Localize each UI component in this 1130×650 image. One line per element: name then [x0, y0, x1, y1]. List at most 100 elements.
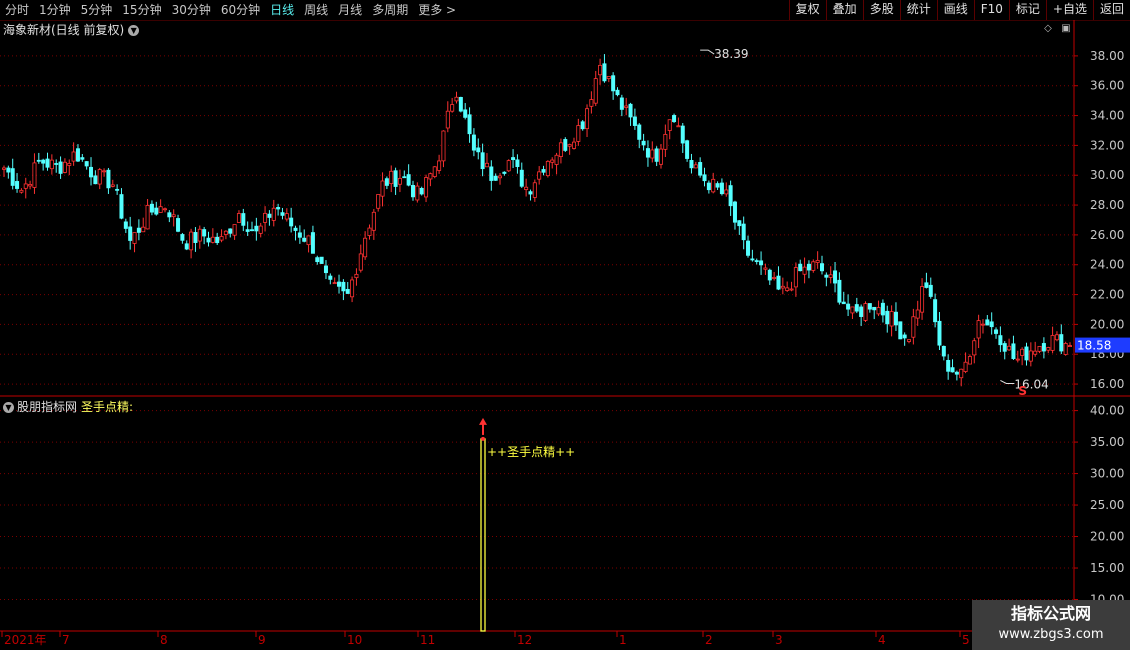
candle-up [102, 170, 107, 173]
y-tick-label: 30.00 [1090, 168, 1124, 182]
y-tick-label: 16.00 [1090, 377, 1124, 391]
y-tick-label: 38.00 [1090, 49, 1124, 63]
candle-down [136, 227, 141, 233]
chevron-down-icon[interactable]: ▼ [128, 25, 140, 36]
candle-down [480, 152, 485, 170]
candle-down [328, 275, 333, 280]
watermark-url: www.zbgs3.com [998, 627, 1104, 642]
candle-down [302, 237, 307, 242]
candle-down [193, 232, 198, 243]
diamond-icon[interactable]: ◇ [1042, 23, 1054, 35]
candle-down [946, 359, 951, 372]
indicator-y-tick-label: 15.00 [1090, 561, 1124, 575]
candle-down [685, 140, 690, 159]
candle-down [89, 166, 94, 178]
candle-up [963, 361, 968, 372]
candle-up [785, 287, 790, 291]
stock-title-label: 海象新材(日线 前复权) [3, 23, 125, 37]
candle-up [428, 173, 433, 180]
candle-up [972, 340, 977, 356]
candle-up [110, 184, 115, 187]
watermark-title: 指标公式网 [1010, 604, 1091, 623]
maximize-icon[interactable]: ▣ [1060, 23, 1072, 35]
candle-up [271, 207, 276, 221]
y-tick-label: 34.00 [1090, 109, 1124, 123]
candle-down [206, 237, 211, 243]
candle-down [106, 169, 111, 189]
candle-down [680, 125, 685, 144]
candle-down [467, 114, 472, 135]
candle-up [441, 130, 446, 162]
candle-up [667, 119, 672, 131]
indicator-site-label: 股朋指标网 [17, 400, 78, 414]
candle-down [511, 157, 516, 161]
x-tick-label: 1 [619, 633, 627, 647]
candle-down [493, 175, 498, 181]
candle-down [1059, 334, 1064, 352]
candle-down [737, 220, 742, 227]
candle-down [941, 345, 946, 357]
candle-down [824, 274, 829, 278]
candle-down [798, 263, 803, 272]
candle-up [424, 177, 429, 198]
x-tick-label: 2 [705, 633, 713, 647]
candle-down [123, 221, 128, 229]
candle-down [854, 304, 859, 312]
candle-up [437, 160, 442, 171]
candle-up [828, 274, 833, 278]
candle-down [954, 371, 959, 375]
candle-down [632, 116, 637, 126]
x-tick-label: 11 [420, 633, 435, 647]
candle-up [445, 110, 450, 129]
candle-up [576, 125, 581, 142]
candle-down [746, 240, 751, 256]
candle-up [189, 231, 194, 251]
candle-up [915, 309, 920, 319]
candle-up [545, 160, 550, 177]
candle-down [515, 159, 520, 167]
candle-up [1054, 334, 1059, 341]
candle-up [62, 161, 67, 173]
stock-chart[interactable]: 16.0018.0020.0022.0024.0026.0028.0030.00… [0, 0, 1130, 650]
candle-up [598, 64, 603, 76]
candle-down [924, 282, 929, 288]
candle-up [959, 368, 964, 379]
candle-down [641, 140, 646, 146]
candle-down [502, 171, 507, 174]
candle-down [36, 159, 41, 162]
high-marker-arrow [700, 49, 715, 55]
candle-down [998, 335, 1003, 346]
candle-down [84, 161, 89, 167]
candle-up [1007, 345, 1012, 351]
candle-down [645, 148, 650, 158]
chevron-down-icon[interactable]: ▼ [3, 402, 14, 413]
low-marker-arrow [1000, 380, 1015, 384]
candle-up [650, 149, 655, 159]
candle-down [937, 320, 942, 346]
candle-down [885, 310, 890, 325]
candle-down [819, 263, 824, 272]
x-tick-label: 2021年 [4, 633, 47, 647]
indicator-y-tick-label: 35.00 [1090, 435, 1124, 449]
candle-down [933, 299, 938, 323]
candle-up [815, 260, 820, 263]
candle-down [406, 174, 411, 186]
candle-up [371, 211, 376, 231]
candle-down [872, 306, 877, 311]
candle-down [58, 161, 63, 174]
candle-up [350, 279, 355, 298]
candle-up [663, 133, 668, 150]
x-tick-label: 7 [62, 633, 70, 647]
candle-down [902, 334, 907, 339]
candle-up [920, 286, 925, 313]
candle-down [184, 243, 189, 250]
candle-down [471, 134, 476, 151]
candle-down [637, 124, 642, 140]
candle-down [689, 160, 694, 169]
candle-up [389, 170, 394, 185]
candle-up [498, 175, 503, 179]
sell-signal-mark: S [1018, 384, 1027, 398]
candle-down [806, 263, 811, 271]
x-tick-label: 3 [775, 633, 783, 647]
candle-down [750, 258, 755, 261]
